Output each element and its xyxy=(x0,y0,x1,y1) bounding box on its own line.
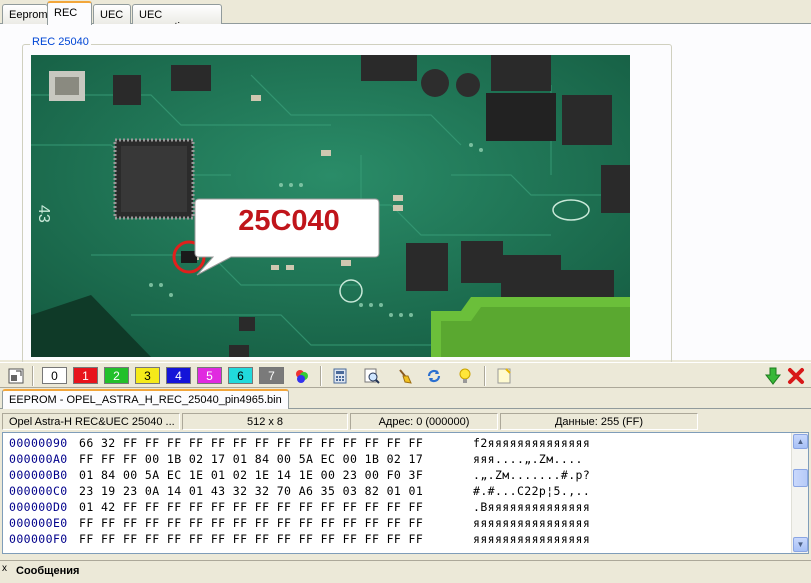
hex-ascii[interactable]: яяяяяяяяяяяяяяяя xyxy=(473,532,590,546)
hex-row: 000000C0 23 19 23 0A 14 01 43 32 32 70 A6… xyxy=(9,484,590,500)
scroll-down-button[interactable]: ▼ xyxy=(793,537,808,552)
calculator-button[interactable] xyxy=(330,366,350,386)
hex-ascii[interactable]: #.#...C22p¦5.‚.. xyxy=(473,484,590,498)
hex-bytes[interactable]: 01 84 00 5A EC 1E 01 02 1E 14 1E 00 23 0… xyxy=(79,468,473,482)
scroll-thumb[interactable] xyxy=(793,469,808,487)
hex-ascii[interactable]: f2яяяяяяяяяяяяяя xyxy=(473,436,590,450)
hex-ascii[interactable]: яяя....„.Zм.... xyxy=(473,452,583,466)
color-button-1[interactable]: 1 xyxy=(73,367,98,384)
toggle-view-icon xyxy=(8,368,24,384)
close-icon xyxy=(788,368,804,384)
top-tab-bar: Eeprom REC UEC UEC connection xyxy=(0,0,811,33)
color-button-6[interactable]: 6 xyxy=(228,367,253,384)
messages-panel: x Сообщения xyxy=(0,560,811,583)
scroll-up-button[interactable]: ▲ xyxy=(793,434,808,449)
hex-row: 000000B0 01 84 00 5A EC 1E 01 02 1E 14 1E… xyxy=(9,468,590,484)
messages-close-icon[interactable]: x xyxy=(2,563,7,574)
hex-row: 00000090 66 32 FF FF FF FF FF FF FF FF FF… xyxy=(9,436,590,452)
main-toolbar: 0 1 2 3 4 5 6 7 xyxy=(0,362,811,388)
clear-button[interactable] xyxy=(394,366,414,386)
info-bar: Opel Astra-H REC&UEC 25040 ... 512 x 8 А… xyxy=(0,411,811,432)
palette-icon xyxy=(296,370,308,383)
hex-row: 000000A0 FF FF FF 00 1B 02 17 01 84 00 5A… xyxy=(9,452,583,468)
chip-callout-label: 25C040 xyxy=(238,205,340,237)
refresh-icon xyxy=(427,369,441,383)
color-button-3[interactable]: 3 xyxy=(135,367,160,384)
down-arrow-icon xyxy=(764,367,782,385)
hex-ascii[interactable]: .„.Zм.......#.р? xyxy=(473,468,590,482)
download-button[interactable] xyxy=(763,366,783,386)
groupbox-title: REC 25040 xyxy=(30,36,91,48)
lightbulb-icon xyxy=(459,368,471,383)
note-button[interactable] xyxy=(494,366,514,386)
data-info: Данные: 255 (FF) xyxy=(500,413,698,430)
tab-eeprom-file[interactable]: EEPROM - OPEL_ASTRA_H_REC_25040_pin4965.… xyxy=(2,389,289,409)
hex-bytes[interactable]: 66 32 FF FF FF FF FF FF FF FF FF FF FF F… xyxy=(79,436,473,450)
hint-button[interactable] xyxy=(455,366,475,386)
hex-bytes[interactable]: 23 19 23 0A 14 01 43 32 32 70 A6 35 03 8… xyxy=(79,484,473,498)
tab-uec-connection[interactable]: UEC connection xyxy=(132,4,222,33)
toggle-view-button[interactable] xyxy=(6,366,26,386)
rec-panel: REC 25040 43 25C040 xyxy=(0,24,811,364)
hex-ascii[interactable]: яяяяяяяяяяяяяяяя xyxy=(473,516,590,530)
hex-address: 000000E0 xyxy=(9,516,68,530)
hex-address: 000000C0 xyxy=(9,484,68,498)
toolbar-separator xyxy=(484,366,486,386)
refresh-button[interactable] xyxy=(424,366,444,386)
file-tab-bar: EEPROM - OPEL_ASTRA_H_REC_25040_pin4965.… xyxy=(0,389,811,409)
calculator-icon xyxy=(333,368,347,384)
hex-address: 000000A0 xyxy=(9,452,68,466)
tab-uec[interactable]: UEC xyxy=(93,4,131,24)
messages-title: Сообщения xyxy=(16,565,80,577)
hex-address: 000000F0 xyxy=(9,532,68,546)
magnifier-icon xyxy=(364,368,380,384)
hex-ascii[interactable]: .Bяяяяяяяяяяяяяя xyxy=(473,500,590,514)
hex-editor[interactable]: 00000090 66 32 FF FF FF FF FF FF FF FF FF… xyxy=(2,432,809,554)
pcb-photo: 43 25C040 xyxy=(31,55,630,357)
address-info: Адрес: 0 (000000) xyxy=(350,413,498,430)
close-button[interactable] xyxy=(786,366,806,386)
note-icon xyxy=(497,368,511,384)
color-button-4[interactable]: 4 xyxy=(166,367,191,384)
palette-button[interactable] xyxy=(292,366,312,386)
color-button-0[interactable]: 0 xyxy=(42,367,67,384)
color-button-2[interactable]: 2 xyxy=(104,367,129,384)
toolbar-separator xyxy=(32,366,34,386)
svg-text:43: 43 xyxy=(35,205,52,223)
hex-row: 000000E0 FF FF FF FF FF FF FF FF FF FF FF… xyxy=(9,516,590,532)
tab-rec[interactable]: REC xyxy=(47,1,92,25)
device-info: Opel Astra-H REC&UEC 25040 ... xyxy=(2,413,180,430)
color-button-5[interactable]: 5 xyxy=(197,367,222,384)
hex-bytes[interactable]: 01 42 FF FF FF FF FF FF FF FF FF FF FF F… xyxy=(79,500,473,514)
hex-bytes[interactable]: FF FF FF 00 1B 02 17 01 84 00 5A EC 00 1… xyxy=(79,452,473,466)
color-button-7[interactable]: 7 xyxy=(259,367,284,384)
tab-eeprom[interactable]: Eeprom xyxy=(2,4,48,24)
hex-address: 000000B0 xyxy=(9,468,68,482)
broom-icon xyxy=(399,369,412,384)
find-button[interactable] xyxy=(362,366,382,386)
size-info: 512 x 8 xyxy=(182,413,348,430)
toolbar-separator xyxy=(320,366,322,386)
hex-row: 000000F0 FF FF FF FF FF FF FF FF FF FF FF… xyxy=(9,532,590,548)
hex-row: 000000D0 01 42 FF FF FF FF FF FF FF FF FF… xyxy=(9,500,590,516)
hex-scrollbar[interactable]: ▲ ▼ xyxy=(791,433,808,553)
hex-bytes[interactable]: FF FF FF FF FF FF FF FF FF FF FF FF FF F… xyxy=(79,516,473,530)
hex-address: 00000090 xyxy=(9,436,68,450)
hex-bytes[interactable]: FF FF FF FF FF FF FF FF FF FF FF FF FF F… xyxy=(79,532,473,546)
hex-address: 000000D0 xyxy=(9,500,68,514)
